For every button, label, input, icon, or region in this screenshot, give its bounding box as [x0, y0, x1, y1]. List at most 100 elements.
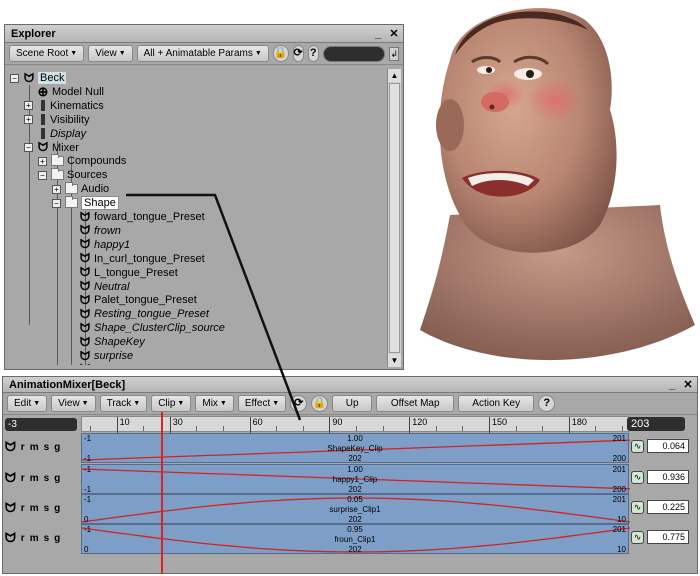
- timeline-ruler[interactable]: -3 10 30 60 90 120 150 180 203: [3, 416, 697, 433]
- lock-icon[interactable]: 🔒: [311, 395, 329, 412]
- close-icon[interactable]: ✕: [387, 27, 401, 41]
- view-button[interactable]: View ▼: [88, 45, 133, 62]
- weight-value-field[interactable]: 0.225: [647, 500, 689, 514]
- tree-node[interactable]: ᗢ In_curl_tongue_Preset: [79, 251, 205, 266]
- track-toggle-s[interactable]: s: [44, 533, 50, 544]
- tree-node[interactable]: ᗢ happy1: [79, 237, 130, 252]
- track-toggle-s[interactable]: s: [44, 442, 50, 453]
- track-toggle-g[interactable]: g: [54, 503, 60, 514]
- track-figure-icon[interactable]: ᗢ: [5, 530, 16, 546]
- up-button[interactable]: Up: [332, 395, 373, 412]
- ruler-ticks[interactable]: 10 30 60 90 120 150 180: [81, 416, 629, 433]
- tree-node[interactable]: ᗢ Palet_tongue_Preset: [79, 293, 197, 307]
- scrollbar-thumb[interactable]: [389, 83, 400, 353]
- mixer-titlebar[interactable]: AnimationMixer[Beck] _ ✕: [3, 377, 697, 393]
- tree-node[interactable]: − ᗢ Mixer: [24, 140, 79, 155]
- clip-menu[interactable]: Clip ▼: [151, 395, 192, 412]
- search-input[interactable]: [322, 45, 386, 62]
- track-toggle-s[interactable]: s: [44, 473, 50, 484]
- help-button[interactable]: ?: [307, 45, 319, 62]
- track-toggle-s[interactable]: s: [44, 503, 50, 514]
- end-frame-field[interactable]: 203: [627, 417, 685, 431]
- weight-curve-icon[interactable]: ∿: [631, 470, 644, 484]
- tree-node[interactable]: ᗢ Resting_tongue_Preset: [79, 307, 209, 321]
- dropdown-arrow-icon: ▼: [33, 400, 41, 407]
- tree-node[interactable]: ᗢ Neutral: [79, 279, 129, 294]
- track-toggle-m[interactable]: m: [30, 473, 39, 484]
- tree-node[interactable]: ᗢ surprise: [79, 349, 133, 363]
- tree-node[interactable]: ᗢ foward_tongue_Preset: [79, 210, 205, 224]
- tree-node[interactable]: Display: [37, 127, 86, 141]
- tree-node[interactable]: + Visibility: [24, 113, 90, 127]
- track-menu[interactable]: Track ▼: [99, 395, 148, 412]
- weight-value-field[interactable]: 0.064: [647, 439, 689, 453]
- scroll-up-icon[interactable]: ▲: [388, 69, 401, 82]
- refresh-icon[interactable]: ⟳: [290, 395, 308, 412]
- track-toggle-r[interactable]: r: [21, 473, 25, 484]
- all-params-button[interactable]: All + Animatable Params ▼: [136, 45, 269, 62]
- start-frame-field[interactable]: -3: [5, 418, 77, 431]
- mixer-clip[interactable]: ShapeKey_Clip 1.00 202 -1 -1 201 200: [81, 433, 630, 463]
- track-toggle-g[interactable]: g: [54, 473, 60, 484]
- collapse-icon[interactable]: −: [38, 170, 47, 180]
- tree-node-label: Sources: [67, 169, 108, 182]
- explorer-titlebar[interactable]: Explorer _ ✕: [5, 25, 403, 43]
- tree-node[interactable]: − ᗢ Beck: [10, 71, 67, 85]
- track-toggle-r[interactable]: r: [21, 503, 25, 514]
- track-toggle-g[interactable]: g: [54, 533, 60, 544]
- expand-icon[interactable]: +: [24, 101, 33, 111]
- minimize-icon[interactable]: _: [371, 27, 385, 41]
- scene-root-button[interactable]: Scene Root ▼: [9, 45, 85, 62]
- tree-node[interactable]: − Shape: [52, 196, 119, 211]
- minimize-icon[interactable]: _: [665, 378, 679, 392]
- search-go-icon[interactable]: ↲: [389, 46, 399, 61]
- track-figure-icon[interactable]: ᗢ: [5, 500, 16, 516]
- scroll-down-icon[interactable]: ▼: [388, 354, 401, 367]
- mixer-clip[interactable]: froun_Clip1 0.95 202 -1 0 201 10: [81, 524, 630, 554]
- tree-node[interactable]: ᗢ frown: [79, 223, 121, 238]
- tree-node[interactable]: ⊕ Model Null: [37, 84, 104, 99]
- track-toggle-r[interactable]: r: [21, 442, 25, 453]
- weight-curve-icon[interactable]: ∿: [631, 530, 644, 544]
- mixer-clip[interactable]: happy1_Clip 1.00 202 -1 -1 201 200: [81, 464, 630, 494]
- tree-node[interactable]: ᗢ Shape_ClusterClip_source: [79, 321, 225, 335]
- collapse-icon[interactable]: −: [24, 143, 33, 152]
- offset-map-button[interactable]: Offset Map: [376, 395, 455, 412]
- action-key-button[interactable]: Action Key: [458, 395, 535, 412]
- effect-menu[interactable]: Effect ▼: [237, 395, 287, 412]
- tree-node[interactable]: + Compounds: [38, 154, 126, 168]
- help-button[interactable]: ?: [538, 395, 556, 412]
- close-icon[interactable]: ✕: [681, 378, 695, 392]
- track-toggle-m[interactable]: m: [30, 533, 39, 544]
- track-toggle-m[interactable]: m: [30, 503, 39, 514]
- tree-node[interactable]: + Kinematics: [24, 99, 104, 113]
- refresh-icon[interactable]: ⟳: [292, 45, 304, 62]
- track-toggle-r[interactable]: r: [21, 533, 25, 544]
- expand-icon[interactable]: +: [24, 115, 33, 125]
- tree-node[interactable]: − Sources: [38, 168, 107, 182]
- weight-curve-icon[interactable]: ∿: [631, 500, 644, 514]
- collapse-icon[interactable]: −: [10, 73, 19, 83]
- explorer-scrollbar[interactable]: ▲ ▼: [387, 69, 401, 367]
- mixer-clip[interactable]: surprise_Clip1 0.05 202 -1 0 201 10: [81, 494, 630, 524]
- track-figure-icon[interactable]: ᗢ: [5, 470, 16, 486]
- edit-menu[interactable]: Edit ▼: [7, 395, 48, 412]
- lock-icon[interactable]: 🔒: [272, 45, 289, 62]
- tree-node[interactable]: ᗢTh_tongue_Preset: [79, 362, 185, 365]
- view-menu[interactable]: View ▼: [51, 395, 96, 412]
- track-toggle-m[interactable]: m: [30, 442, 39, 453]
- track-figure-icon[interactable]: ᗢ: [5, 439, 16, 455]
- figure-icon: ᗢ: [80, 265, 90, 280]
- expand-icon[interactable]: +: [52, 184, 61, 194]
- playhead[interactable]: [161, 412, 163, 574]
- track-toggle-g[interactable]: g: [54, 442, 60, 453]
- mix-menu[interactable]: Mix ▼: [195, 395, 234, 412]
- tree-node[interactable]: ᗢ L_tongue_Preset: [79, 265, 178, 280]
- weight-curve-icon[interactable]: ∿: [631, 439, 644, 453]
- weight-value-field[interactable]: 0.775: [647, 530, 689, 544]
- collapse-icon[interactable]: −: [52, 198, 61, 208]
- tree-node[interactable]: + Audio: [52, 182, 109, 196]
- weight-value-field[interactable]: 0.936: [647, 470, 689, 484]
- tree-node[interactable]: ᗢ ShapeKey: [79, 335, 145, 349]
- expand-icon[interactable]: +: [38, 156, 47, 166]
